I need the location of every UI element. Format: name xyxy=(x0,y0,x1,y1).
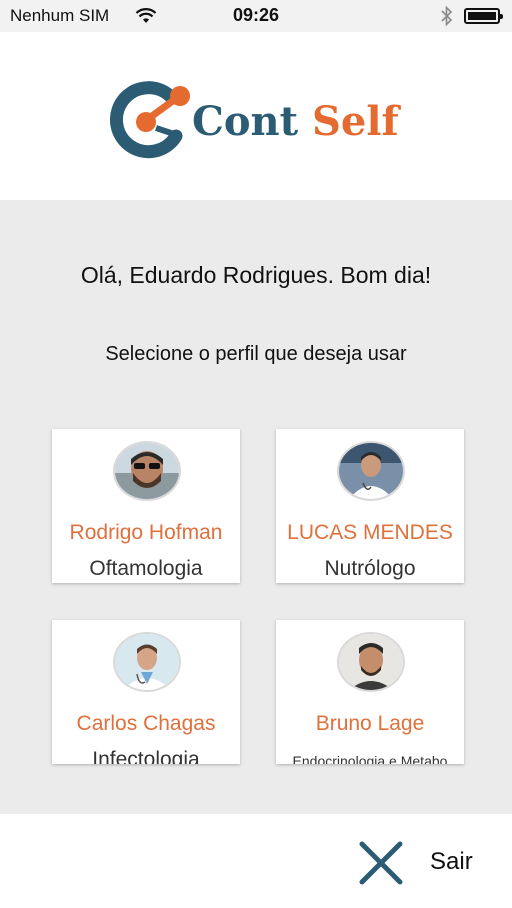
profile-card[interactable]: Rodrigo Hofman Oftamologia xyxy=(52,429,240,583)
profile-card[interactable]: Bruno Lage Endocrinologia e Metabo xyxy=(276,620,464,764)
bluetooth-icon xyxy=(441,5,453,27)
footer-bar: Sair xyxy=(0,814,512,908)
app-logo: Cont Self xyxy=(110,80,410,160)
logo-text-cont: Cont xyxy=(192,98,299,145)
close-icon xyxy=(359,841,403,885)
avatar xyxy=(337,441,405,501)
instruction-text: Selecione o perfil que deseja usar xyxy=(105,343,407,365)
profile-specialty: Endocrinologia e Metabo xyxy=(292,753,448,764)
profile-card[interactable]: LUCAS MENDES Nutrólogo xyxy=(276,429,464,583)
profile-name: LUCAS MENDES xyxy=(287,521,453,544)
profile-specialty: Oftamologia xyxy=(89,557,203,580)
profile-name: Carlos Chagas xyxy=(76,712,216,735)
exit-label: Sair xyxy=(430,848,473,875)
profile-selection: Olá, Eduardo Rodrigues. Bom dia! Selecio… xyxy=(0,200,512,814)
avatar xyxy=(113,441,181,501)
logo-wordmark: Cont Self xyxy=(192,98,399,145)
profile-name: Rodrigo Hofman xyxy=(69,521,223,544)
logo-text-self: Self xyxy=(312,98,399,145)
profile-specialty: Nutrólogo xyxy=(324,557,416,580)
profile-name: Bruno Lage xyxy=(315,712,425,735)
greeting-text: Olá, Eduardo Rodrigues. Bom dia! xyxy=(80,262,432,288)
app-header: Cont Self xyxy=(0,32,512,200)
profile-card[interactable]: Carlos Chagas Infectologia xyxy=(52,620,240,764)
battery-icon xyxy=(464,8,503,24)
profile-specialty: Infectologia xyxy=(92,748,200,764)
status-time: 09:26 xyxy=(232,5,280,25)
status-bar: Nenhum SIM 09:26 xyxy=(0,0,512,32)
avatar xyxy=(113,632,181,692)
exit-button[interactable]: Sair xyxy=(356,838,486,888)
logo-mark-icon xyxy=(110,81,190,159)
avatar xyxy=(337,632,405,692)
